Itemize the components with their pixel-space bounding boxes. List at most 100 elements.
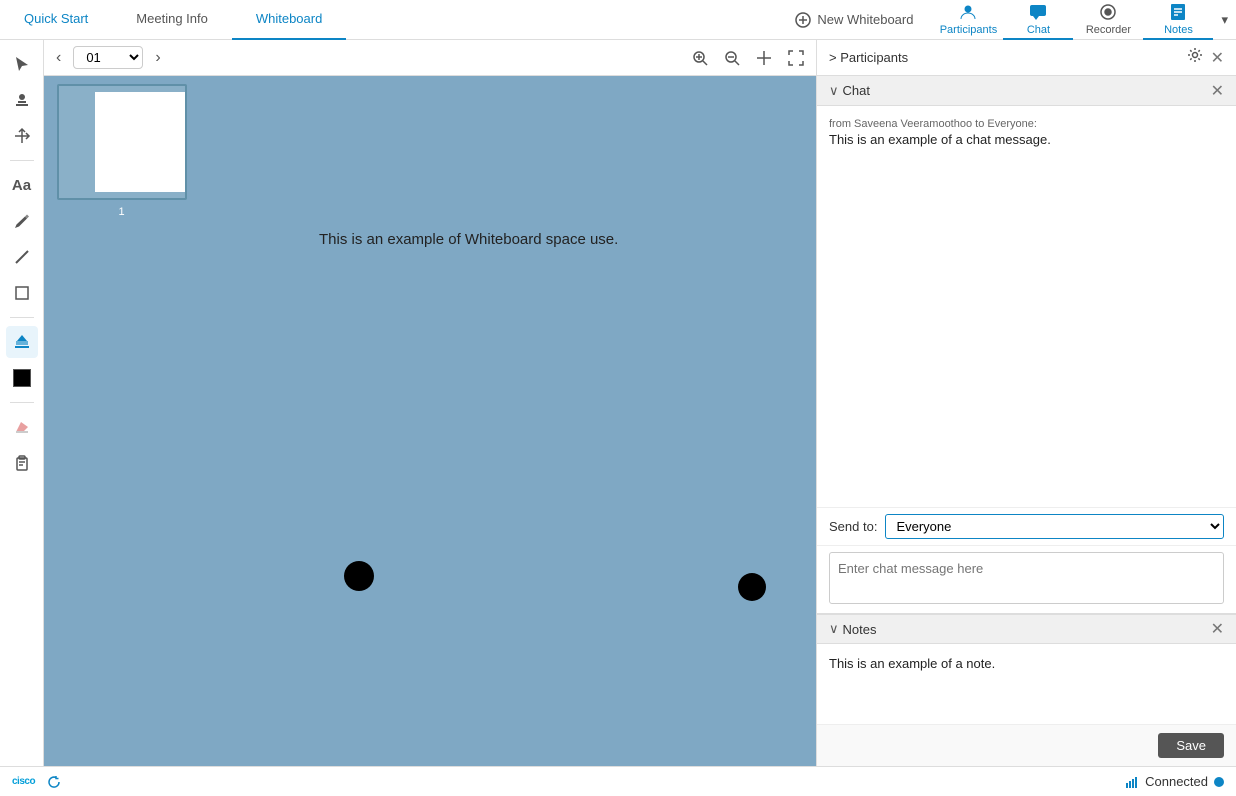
notes-section: ∨ Notes ✕ This is an example of a note. (817, 614, 1236, 724)
new-whiteboard-action: New Whiteboard (783, 8, 933, 32)
close-participants-button[interactable]: ✕ (1211, 48, 1224, 68)
chat-section: ∨ Chat ✕ from Saveena Veeramoothoo to Ev… (817, 76, 1236, 614)
send-to-select[interactable]: Everyone (885, 514, 1224, 539)
shape-tool-button[interactable] (6, 277, 38, 309)
nav-tabs: Quick Start Meeting Info Whiteboard (0, 0, 783, 40)
toolbar-divider-2 (10, 317, 34, 318)
tab-whiteboard[interactable]: Whiteboard (232, 0, 346, 40)
close-notes-button[interactable]: ✕ (1211, 619, 1224, 639)
left-toolbar: Aa (0, 40, 44, 766)
nav-icon-participants[interactable]: Participants (933, 0, 1003, 40)
nav-icon-recorder[interactable]: Recorder (1073, 0, 1143, 40)
top-nav: Quick Start Meeting Info Whiteboard New … (0, 0, 1236, 40)
clipboard-icon (13, 454, 31, 472)
connection-icon (1125, 775, 1139, 789)
settings-icon (1187, 47, 1203, 63)
wb-zoom-in-button[interactable] (688, 46, 712, 70)
refresh-icon (47, 775, 61, 789)
zoom-in-icon (692, 50, 708, 66)
notes-section-header: ∨ Notes ✕ (817, 614, 1236, 644)
cisco-logo: cisco (12, 776, 35, 787)
save-row: Save (817, 724, 1236, 766)
participants-title: > Participants (829, 50, 1179, 65)
color-box (13, 369, 31, 387)
status-right: Connected (1125, 774, 1224, 789)
whiteboard-toolbar: ‹ 01 › (44, 40, 816, 76)
stamp-icon (13, 91, 31, 109)
wb-page-select[interactable]: 01 (73, 46, 143, 69)
text-icon: Aa (12, 177, 31, 194)
eraser-icon (13, 418, 31, 436)
zoom-out-icon (724, 50, 740, 66)
highlight-tool-button[interactable] (6, 326, 38, 358)
move-tool-button[interactable] (6, 120, 38, 152)
notes-collapse-icon[interactable]: ∨ (829, 621, 839, 637)
line-tool-button[interactable] (6, 241, 38, 273)
arrow-icon (13, 127, 31, 145)
status-connected-label: Connected (1145, 774, 1208, 789)
status-bar: cisco Connected (0, 766, 1236, 796)
chat-messages: from Saveena Veeramoothoo to Everyone: T… (817, 106, 1236, 507)
chat-section-title: Chat (843, 83, 1211, 98)
slide-panel: 1 (44, 76, 199, 766)
wb-fit-button[interactable] (752, 46, 776, 70)
plus-circle-icon (795, 12, 811, 28)
whiteboard-canvas[interactable]: This is an example of Whiteboard space u… (199, 76, 816, 766)
wb-next-button[interactable]: › (151, 47, 164, 69)
notes-icon (1168, 2, 1188, 22)
chat-input[interactable] (829, 552, 1224, 604)
toolbar-divider-3 (10, 402, 34, 403)
stamp-tool-button[interactable] (6, 84, 38, 116)
close-chat-button[interactable]: ✕ (1211, 81, 1224, 101)
pen-tool-button[interactable] (6, 205, 38, 237)
shape-icon (13, 284, 31, 302)
chat-collapse-icon[interactable]: ∨ (829, 83, 839, 99)
paste-tool-button[interactable] (6, 447, 38, 479)
recorder-icon (1098, 2, 1118, 22)
nav-icon-notes[interactable]: Notes (1143, 0, 1213, 40)
whiteboard-dot-2 (738, 573, 766, 601)
chat-section-header: ∨ Chat ✕ (817, 76, 1236, 106)
slide-thumbnail-1[interactable] (57, 84, 187, 200)
nav-more-button[interactable]: ▾ (1213, 12, 1236, 28)
settings-button[interactable] (1187, 47, 1203, 68)
color-tool-button[interactable] (6, 362, 38, 394)
chat-input-area (817, 545, 1236, 613)
wb-fullscreen-button[interactable] (784, 46, 808, 70)
nav-icon-chat[interactable]: Chat (1003, 0, 1073, 40)
content-area: Aa (0, 40, 1236, 766)
pointer-icon (13, 55, 31, 73)
pointer-tool-button[interactable] (6, 48, 38, 80)
status-left: cisco (12, 771, 65, 793)
right-panel: > Participants ✕ ∨ Chat ✕ from Saveena V… (816, 40, 1236, 766)
notes-content: This is an example of a note. (817, 644, 1236, 724)
status-dot (1214, 777, 1224, 787)
notes-section-title: Notes (843, 622, 1211, 637)
whiteboard-text: This is an example of Whiteboard space u… (319, 231, 618, 248)
highlight-icon (13, 333, 31, 351)
refresh-button[interactable] (43, 771, 65, 793)
line-icon (13, 248, 31, 266)
wb-prev-button[interactable]: ‹ (52, 47, 65, 69)
wb-zoom-out-button[interactable] (720, 46, 744, 70)
tab-quick-start[interactable]: Quick Start (0, 0, 112, 40)
chat-message-text: This is an example of a chat message. (829, 132, 1224, 147)
save-button[interactable]: Save (1158, 733, 1224, 758)
new-whiteboard-button[interactable]: New Whiteboard (783, 8, 925, 32)
notes-text: This is an example of a note. (829, 656, 995, 671)
fit-icon (756, 50, 772, 66)
send-to-label: Send to: (829, 519, 877, 534)
whiteboard-area: ‹ 01 › (44, 40, 816, 766)
slide-number: 1 (118, 206, 124, 218)
toolbar-divider-1 (10, 160, 34, 161)
nav-icon-buttons: Participants Chat Recorder (933, 0, 1236, 40)
participants-icon (958, 2, 978, 22)
tab-meeting-info[interactable]: Meeting Info (112, 0, 232, 40)
pen-icon (13, 212, 31, 230)
eraser-tool-button[interactable] (6, 411, 38, 443)
participants-header: > Participants ✕ (817, 40, 1236, 76)
chat-icon (1028, 2, 1048, 22)
text-tool-button[interactable]: Aa (6, 169, 38, 201)
fullscreen-icon (788, 50, 804, 66)
whiteboard-dot-1 (344, 561, 374, 591)
